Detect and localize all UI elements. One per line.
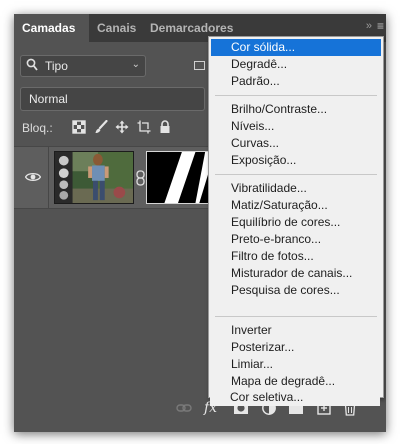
- divider: [48, 147, 49, 208]
- lock-transparent-pixels-icon[interactable]: [72, 120, 86, 134]
- menu-item-mapa-de-degrade[interactable]: Mapa de degradê...: [211, 373, 381, 390]
- menu-separator: [215, 316, 377, 317]
- menu-item-pesquisa-de-cores[interactable]: Pesquisa de cores...: [211, 282, 381, 299]
- menu-item-equilibrio-de-cores[interactable]: Equilíbrio de cores...: [211, 214, 381, 231]
- menu-item-filtro-de-fotos[interactable]: Filtro de fotos...: [211, 248, 381, 265]
- menu-item-limiar[interactable]: Limiar...: [211, 356, 381, 373]
- layer-mask-link-icon[interactable]: [136, 170, 145, 186]
- menu-item-cor-seletiva[interactable]: Cor seletiva...: [210, 389, 380, 406]
- menu-item-misturador-de-canais[interactable]: Misturador de canais...: [211, 265, 381, 282]
- menu-item-matiz-saturacao[interactable]: Matiz/Saturação...: [211, 197, 381, 214]
- chevron-down-icon: ⌄: [131, 59, 140, 70]
- lock-position-icon[interactable]: [115, 120, 129, 134]
- lock-all-icon[interactable]: [158, 120, 172, 134]
- eye-icon[interactable]: [25, 171, 41, 183]
- lock-artboard-icon[interactable]: [137, 120, 151, 134]
- layer-thumbnail[interactable]: [54, 151, 134, 204]
- blend-mode-select[interactable]: Normal: [20, 87, 205, 111]
- layer-mask-thumbnail[interactable]: [146, 151, 210, 204]
- layer-filter-select[interactable]: Tipo ⌄: [20, 55, 146, 77]
- menu-item-brilho-contraste[interactable]: Brilho/Contraste...: [211, 101, 381, 118]
- double-chevron-icon[interactable]: »: [366, 20, 372, 32]
- menu-item-vibratilidade[interactable]: Vibratilidade...: [211, 180, 381, 197]
- menu-item-posterizar[interactable]: Posterizar...: [211, 339, 381, 356]
- lock-label: Bloq.:: [22, 121, 53, 135]
- filter-label: Tipo: [45, 59, 68, 73]
- menu-separator: [215, 174, 377, 175]
- menu-item-preto-e-branco[interactable]: Preto-e-branco...: [211, 231, 381, 248]
- layers-panel: Camadas Canais Demarcadores » ≡ Tipo ⌄ N…: [14, 14, 386, 432]
- lock-row: Bloq.:: [22, 119, 212, 137]
- image-filter-icon[interactable]: [194, 61, 205, 70]
- menu-item-curvas[interactable]: Curvas...: [211, 135, 381, 152]
- menu-item-niveis[interactable]: Níveis...: [211, 118, 381, 135]
- layer-row[interactable]: [14, 146, 210, 209]
- panel-menu-icon[interactable]: ≡: [377, 19, 384, 33]
- menu-item-padrao[interactable]: Padrão...: [211, 73, 381, 90]
- menu-item-cor-solida[interactable]: Cor sólida...: [211, 39, 381, 56]
- menu-separator: [215, 95, 377, 96]
- link-layers-icon[interactable]: [176, 400, 192, 416]
- menu-item-degrade[interactable]: Degradê...: [211, 56, 381, 73]
- menu-item-inverter[interactable]: Inverter: [211, 322, 381, 339]
- blend-mode-value: Normal: [29, 92, 68, 106]
- menu-item-exposicao[interactable]: Exposição...: [211, 152, 381, 169]
- search-icon: [26, 58, 38, 71]
- tab-canais[interactable]: Canais: [89, 14, 144, 42]
- adjustment-layer-menu: Cor sólida... Degradê... Padrão... Brilh…: [208, 36, 384, 398]
- tab-camadas[interactable]: Camadas: [14, 14, 89, 42]
- lock-image-pixels-icon[interactable]: [94, 120, 108, 134]
